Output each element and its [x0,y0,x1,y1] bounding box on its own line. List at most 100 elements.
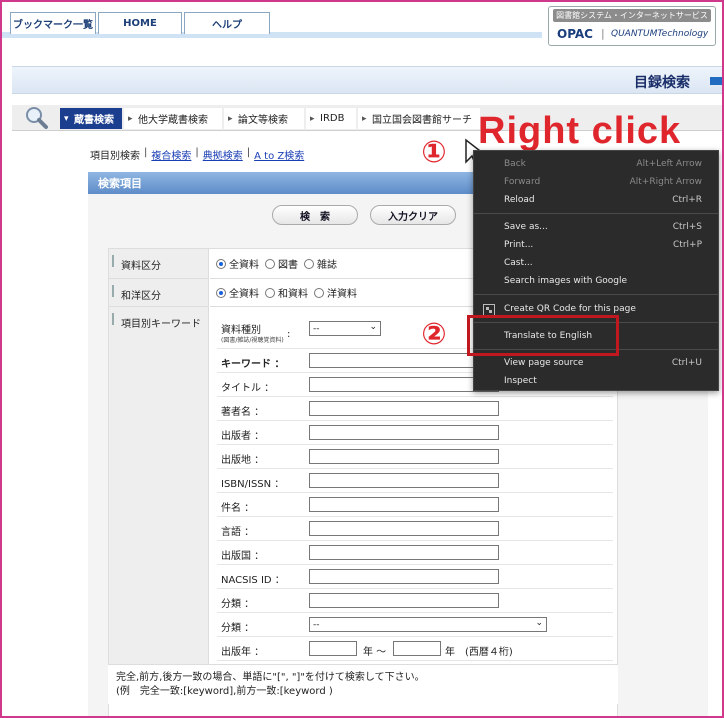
field-label: 出版者 ： [221,431,265,442]
field-label: NACSIS ID ： [221,575,285,586]
tab-help[interactable]: ヘルプ [184,12,270,34]
menu-item-label: Forward [504,177,541,187]
language-type-label: 和洋区分 [109,279,209,307]
magnifier-icon [26,107,48,129]
menu-item-search-images[interactable]: Search images with Google [504,273,702,289]
radio-lang-western[interactable]: 洋資料 [314,285,357,300]
tab-irdb[interactable]: IRDB [306,108,356,129]
field-row-subject: 件名 ： [217,493,613,517]
link-compound-search[interactable]: 複合検索 [151,147,191,162]
radio-icon[interactable] [265,258,275,269]
menu-item-forward[interactable]: Forward Alt+Right Arrow [504,174,702,190]
menu-item-label: Search images with Google [504,276,628,286]
menu-item-label: Create QR Code for this page [504,304,636,314]
link-atoz-search[interactable]: A to Z検索 [254,147,304,162]
author-input[interactable] [309,401,499,416]
menu-item-inspect[interactable]: Inspect [504,373,702,389]
subject-input[interactable] [309,497,499,512]
year-to-input[interactable] [393,641,441,656]
field-row-isbn: ISBN/ISSN ： [217,469,613,493]
search-note: 完全,前方,後方一致の場合、単語に"[", "]"を付けて検索して下さい。 (例… [108,664,618,704]
radio-material-all[interactable]: 全資料 [216,256,259,271]
menu-separator [474,213,718,214]
radio-icon[interactable] [304,258,314,269]
link-separator: | [195,147,199,158]
menu-item-view-source[interactable]: View page source Ctrl+U [504,355,702,371]
field-row-language: 言語 ： [217,517,613,541]
material-kind-sublabel: (図書/雑誌/視聴覚資料) [221,337,284,344]
radio-icon[interactable] [216,258,226,269]
tab-holdings-search[interactable]: 蔵書検索 [60,108,122,129]
tab-bookmarks[interactable]: ブックマーク一覧 [10,12,96,34]
isbn-input[interactable] [309,473,499,488]
tab-other-univ-search[interactable]: 他大学蔵書検索 [124,108,222,129]
field-row-publisher: 出版者 ： [217,421,613,445]
radio-material-book[interactable]: 図書 [265,256,298,271]
radio-icon[interactable] [314,287,324,298]
material-kind-value: -- [313,323,320,334]
menu-item-label: Inspect [504,376,537,386]
menu-item-label: Cast... [504,258,533,268]
year-note: (西暦４桁) [465,647,513,658]
field-row-pub-country: 出版国 ： [217,541,613,565]
link-separator: | [246,147,251,158]
title-input[interactable] [309,377,499,392]
classification-select[interactable]: -- ⌄ [309,617,547,632]
clear-button[interactable]: 入力クリア [370,205,456,225]
link-item-search-current: 項目別検索 [90,151,140,162]
brand-tagline: 図書館システム・インターネットサービス [553,9,711,22]
language-type-label-text: 和洋区分 [121,291,161,302]
year-from-unit: 年 ～ [363,647,387,658]
nacsis-input[interactable] [309,569,499,584]
material-type-label: 資料区分 [109,249,209,279]
field-label: 著者名 ： [221,407,265,418]
chevron-down-icon: ⌄ [535,618,543,628]
menu-item-shortcut: Alt+Left Arrow [636,159,702,169]
menu-item-reload[interactable]: Reload Ctrl+R [504,192,702,208]
field-label: 分類 ： [221,599,255,610]
radio-label: 全資料 [229,260,259,271]
tab-home[interactable]: HOME [98,12,182,34]
radio-lang-all[interactable]: 全資料 [216,285,259,300]
link-authority-search[interactable]: 典拠検索 [203,147,243,162]
pub-place-input[interactable] [309,449,499,464]
material-kind-colon: : [287,329,291,340]
tab-ndl-search[interactable]: 国立国会図書館サーチ [358,108,480,129]
menu-item-shortcut: Ctrl+S [672,222,702,232]
language-input[interactable] [309,521,499,536]
menu-item-label: Back [504,159,526,169]
field-label: 出版年 ： [221,647,265,658]
radio-lang-japanese[interactable]: 和資料 [265,285,308,300]
field-row-pub-year: 出版年 ： 年 ～ 年 (西暦４桁) [217,637,613,661]
radio-icon[interactable] [265,287,275,298]
menu-item-label: Print... [504,240,534,250]
field-label: 出版地 ： [221,455,265,466]
field-row-classification: 分類 ： [217,589,613,613]
search-button[interactable]: 検 索 [272,205,358,225]
menu-item-print[interactable]: Print... Ctrl+P [504,237,702,253]
menu-item-cast[interactable]: Cast... [504,255,702,271]
radio-icon[interactable] [216,287,226,298]
menu-item-label: Reload [504,195,535,205]
menu-item-label: View page source [504,358,584,368]
publisher-input[interactable] [309,425,499,440]
field-label: 言語 ： [221,527,255,538]
year-from-input[interactable] [309,641,357,656]
top-bar: ブックマーク一覧 HOME ヘルプ 図書館システム・インターネットサービス OP… [2,2,722,58]
classification-input[interactable] [309,593,499,608]
classification-select-value: -- [313,619,320,630]
field-row-pub-place: 出版地 ： [217,445,613,469]
pub-country-input[interactable] [309,545,499,560]
note-line-2: (例 完全一致:[keyword],前方一致:[keyword ) [116,686,333,697]
field-row-author: 著者名 ： [217,397,613,421]
right-click-annotation: Right click [478,110,682,152]
radio-material-journal[interactable]: 雑誌 [304,256,337,271]
material-kind-label: 資料種別 [221,325,261,336]
field-label: ISBN/ISSN ： [221,479,285,490]
menu-item-back[interactable]: Back Alt+Left Arrow [504,156,702,172]
material-kind-select[interactable]: -- ⌄ [309,321,381,336]
menu-item-save-as[interactable]: Save as... Ctrl+S [504,219,702,235]
field-row-class-select: 分類 ： -- ⌄ [217,613,613,637]
field-label: 件名 ： [221,503,255,514]
tab-paper-search[interactable]: 論文等検索 [224,108,304,129]
